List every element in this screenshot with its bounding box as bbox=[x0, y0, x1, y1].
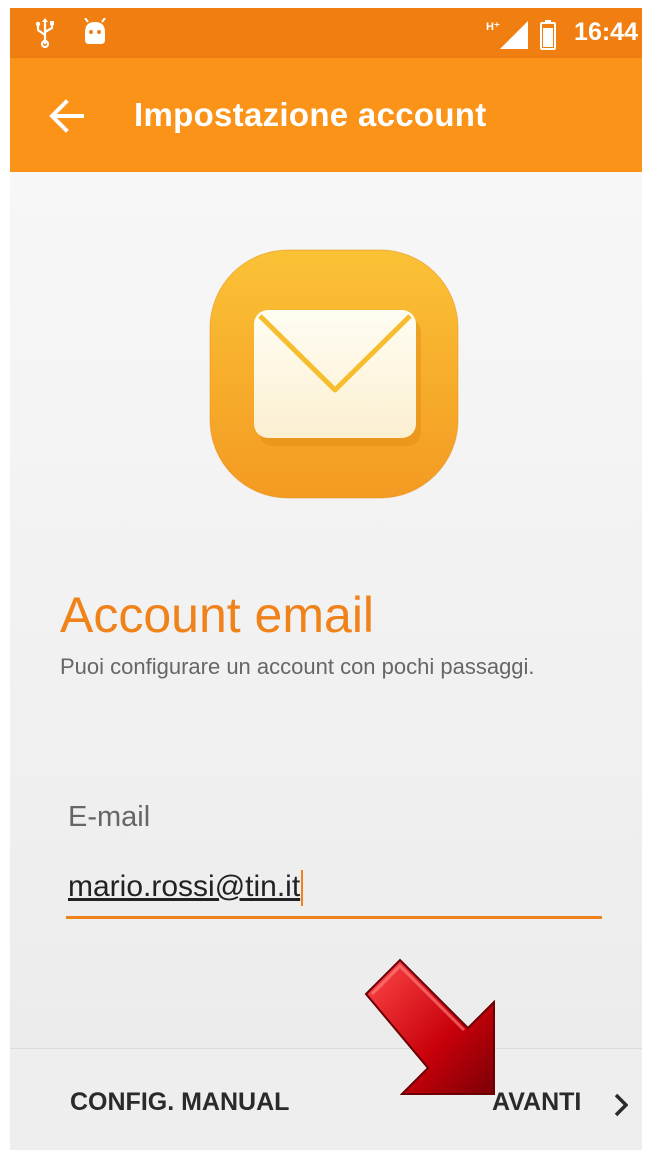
usb-icon bbox=[34, 18, 56, 53]
page-heading: Account email bbox=[60, 587, 375, 643]
manual-config-button[interactable]: CONFIG. MANUAL bbox=[70, 1088, 289, 1117]
arrow-left-icon[interactable] bbox=[48, 96, 86, 136]
red-pointer-arrow-icon bbox=[364, 958, 512, 1106]
battery-icon bbox=[540, 20, 556, 55]
signal-icon bbox=[500, 21, 528, 54]
phone-screen: H⁺ 16:44 Impostazione account Account em… bbox=[10, 8, 642, 1150]
email-field[interactable]: mario.rossi@tin.it bbox=[66, 864, 602, 919]
status-time: 16:44 bbox=[574, 18, 638, 46]
email-input-value[interactable]: mario.rossi@tin.it bbox=[68, 870, 304, 907]
network-type-label: H⁺ bbox=[486, 21, 500, 33]
email-envelope-icon bbox=[204, 244, 464, 504]
status-bar: H⁺ 16:44 bbox=[10, 8, 642, 58]
page-subtitle: Puoi configurare un account con pochi pa… bbox=[60, 654, 535, 679]
app-bar-title: Impostazione account bbox=[134, 96, 487, 133]
text-cursor bbox=[301, 870, 304, 907]
android-debug-icon bbox=[82, 17, 108, 51]
email-label: E-mail bbox=[68, 801, 151, 833]
chevron-right-icon[interactable] bbox=[614, 1093, 629, 1117]
